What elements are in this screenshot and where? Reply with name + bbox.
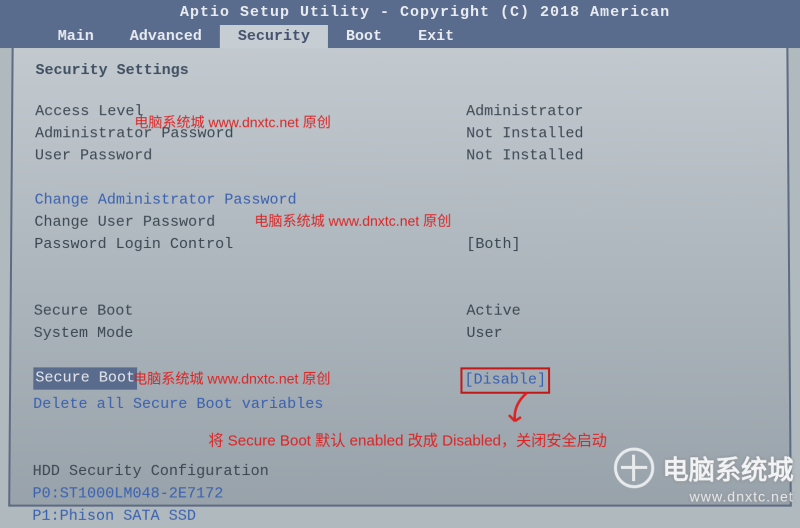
label-login-control: Password Login Control — [34, 234, 466, 256]
link-hdd1[interactable]: P1:Phison SATA SSD — [32, 506, 466, 528]
bios-panel: Security Settings Access Level Administr… — [8, 48, 792, 507]
row-hdd0[interactable]: P0:ST1000LM048-2E7172 — [32, 483, 771, 505]
row-change-user-password[interactable]: Change User Password — [34, 212, 769, 234]
row-hdd-config: HDD Security Configuration — [33, 461, 772, 483]
tab-advanced[interactable]: Advanced — [112, 25, 220, 48]
value-secure-boot[interactable]: [Disable] — [460, 367, 550, 393]
row-user-password: User Password Not Installed — [35, 145, 769, 167]
label-hdd-config: HDD Security Configuration — [33, 461, 467, 483]
value-secure-boot-state: Active — [466, 301, 520, 323]
label-system-mode: System Mode — [34, 323, 467, 345]
label-secure-boot-state: Secure Boot — [34, 301, 467, 323]
window-title: Aptio Setup Utility - Copyright (C) 2018… — [0, 0, 800, 25]
label-access-level: Access Level — [35, 101, 466, 123]
tab-exit[interactable]: Exit — [400, 25, 472, 48]
tab-main[interactable]: Main — [40, 25, 112, 48]
value-user-password: Not Installed — [466, 145, 583, 167]
row-secure-boot[interactable]: Secure Boot [Disable] — [33, 367, 771, 393]
label-admin-password: Administrator Password — [35, 123, 466, 145]
link-hdd0[interactable]: P0:ST1000LM048-2E7172 — [32, 483, 466, 505]
row-login-control[interactable]: Password Login Control [Both] — [34, 234, 770, 256]
row-admin-password: Administrator Password Not Installed — [35, 123, 769, 145]
row-access-level: Access Level Administrator — [35, 101, 769, 123]
row-hdd1[interactable]: P1:Phison SATA SSD — [32, 506, 771, 528]
value-system-mode: User — [466, 323, 502, 345]
link-change-user-password[interactable]: Change User Password — [34, 212, 466, 234]
row-system-mode: System Mode User — [34, 323, 771, 345]
value-login-control[interactable]: [Both] — [466, 234, 520, 256]
value-access-level: Administrator — [466, 101, 583, 123]
link-delete-secure-vars[interactable]: Delete all Secure Boot variables — [33, 394, 466, 416]
link-change-admin-password[interactable]: Change Administrator Password — [35, 190, 467, 212]
value-admin-password: Not Installed — [466, 123, 583, 145]
label-secure-boot-highlighted[interactable]: Secure Boot — [33, 367, 137, 389]
label-user-password: User Password — [35, 145, 466, 167]
menu-bar: Main Advanced Security Boot Exit — [0, 25, 800, 48]
row-secure-boot-state: Secure Boot Active — [34, 301, 771, 323]
tab-security[interactable]: Security — [220, 25, 328, 48]
row-delete-secure-vars[interactable]: Delete all Secure Boot variables — [33, 394, 771, 416]
tab-boot[interactable]: Boot — [328, 25, 400, 48]
row-change-admin-password[interactable]: Change Administrator Password — [35, 190, 770, 212]
section-title: Security Settings — [35, 62, 768, 79]
